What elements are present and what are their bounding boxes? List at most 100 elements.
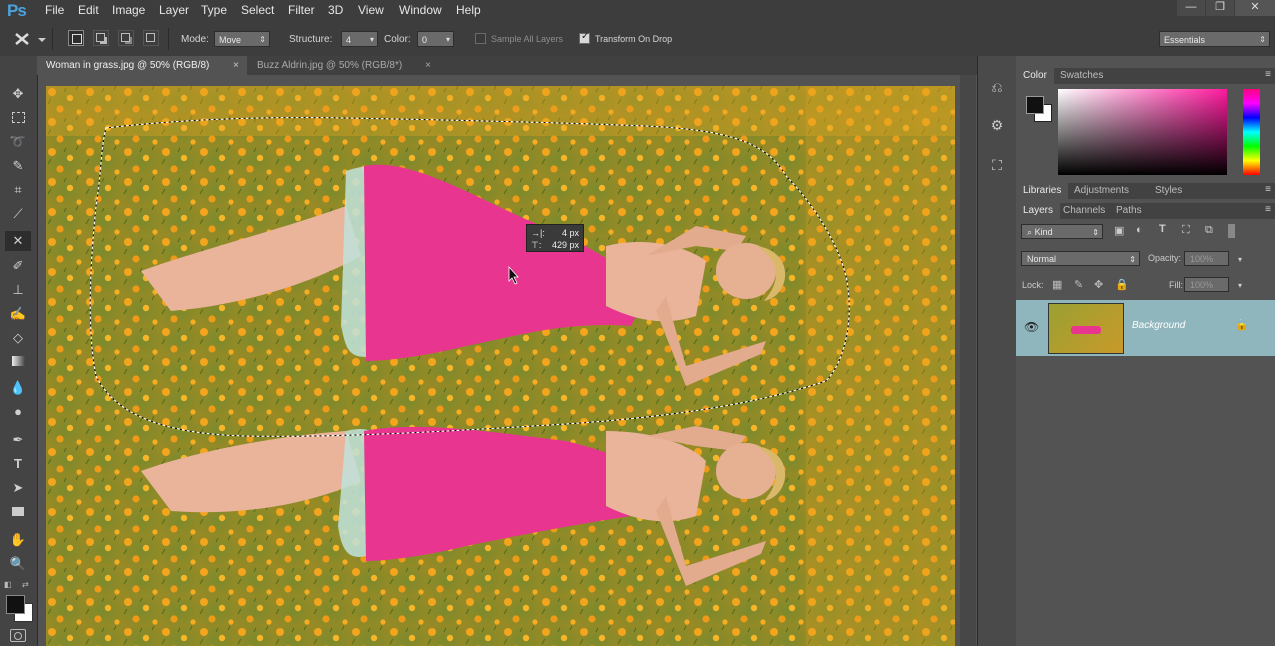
swap-colors-icon[interactable]: ⇄ (22, 580, 29, 589)
close-button[interactable]: ✕ (1235, 0, 1275, 16)
opacity-input[interactable]: 100% ▾ (1184, 251, 1242, 266)
foreground-color-swatch[interactable] (6, 595, 25, 614)
filter-type-icon[interactable]: T (1159, 223, 1166, 235)
eye-visibility-icon[interactable]: 👁 (1024, 320, 1039, 334)
color-spectrum-field[interactable] (1058, 89, 1227, 175)
marquee-tool-icon[interactable] (8, 108, 28, 128)
tab-adjustments[interactable]: Adjustments (1067, 183, 1136, 199)
close-tab-icon[interactable]: × (425, 56, 431, 75)
structure-dropdown[interactable]: 4 ▾ (341, 31, 378, 47)
add-selection-button[interactable] (93, 30, 109, 46)
menu-window[interactable]: Window (399, 3, 442, 17)
mode-dropdown[interactable]: Move ⇕ (214, 31, 270, 47)
document-tab[interactable]: Buzz Aldrin.jpg @ 50% (RGB/8*) × (248, 56, 438, 75)
dodge-tool-icon[interactable]: ● (8, 402, 28, 422)
tab-layers[interactable]: Layers (1016, 203, 1061, 219)
layer-row-background[interactable]: 👁 Background 🔒 (1016, 300, 1275, 356)
subtract-selection-button[interactable] (118, 30, 134, 46)
zoom-tool-icon[interactable]: 🔍 (8, 554, 28, 574)
mode-label: Mode: (181, 34, 209, 45)
menu-help[interactable]: Help (456, 3, 481, 17)
menu-3d[interactable]: 3D (328, 3, 343, 17)
lock-image-icon[interactable]: ✎ (1074, 278, 1083, 291)
updown-arrow-icon: ⇕ (1259, 35, 1266, 44)
menu-file[interactable]: File (45, 3, 64, 17)
menu-select[interactable]: Select (241, 3, 274, 17)
filter-adjustment-icon[interactable]: ◐ (1136, 224, 1143, 236)
path-selection-tool-icon[interactable]: ➤ (8, 478, 28, 498)
tab-color[interactable]: Color (1016, 68, 1054, 84)
menu-type[interactable]: Type (201, 3, 227, 17)
blend-mode-dropdown[interactable]: Normal ⇕ (1021, 251, 1140, 266)
intersect-selection-button[interactable] (143, 30, 159, 46)
pen-tool-icon[interactable]: ✒ (8, 430, 28, 450)
info-panel-icon[interactable]: ⛶ (986, 154, 1008, 176)
tab-libraries[interactable]: Libraries (1016, 183, 1069, 199)
vertical-scrollbar[interactable] (960, 75, 976, 646)
new-selection-button[interactable] (68, 30, 84, 46)
panel-menu-icon[interactable]: ≡ (1265, 204, 1271, 215)
menu-edit[interactable]: Edit (78, 3, 99, 17)
layer-name[interactable]: Background (1132, 320, 1185, 331)
filter-smartobject-icon[interactable]: ⧉ (1205, 224, 1213, 237)
crop-tool-icon[interactable]: ⌗ (8, 180, 28, 200)
history-panel-icon[interactable]: ⎌ (986, 76, 1008, 98)
tab-paths[interactable]: Paths (1109, 203, 1149, 219)
document-canvas[interactable]: →|: 4 px ⊤: 429 px (46, 86, 955, 646)
opacity-label: Opacity: (1148, 253, 1182, 263)
right-panels: Color Swatches ≡ Libraries Adjustments S… (1016, 56, 1275, 646)
blur-tool-icon[interactable]: 💧 (8, 378, 28, 398)
eyedropper-tool-icon[interactable]: ⟋ (8, 204, 28, 224)
lock-all-icon[interactable]: 🔒 (1115, 278, 1129, 291)
restore-button[interactable]: ❐ (1206, 0, 1234, 16)
quick-mask-icon[interactable] (10, 629, 26, 642)
menu-layer[interactable]: Layer (159, 3, 189, 17)
fill-input[interactable]: 100% ▾ (1184, 277, 1242, 292)
panel-menu-icon[interactable]: ≡ (1265, 184, 1271, 195)
lasso-tool-icon[interactable]: ➰ (8, 132, 28, 152)
search-icon: ⌕ (1027, 227, 1033, 237)
layer-filter-dropdown[interactable]: ⌕ Kind ⇕ (1021, 224, 1103, 239)
filter-toggle[interactable] (1228, 224, 1235, 238)
tab-channels[interactable]: Channels (1056, 203, 1112, 219)
fill-label: Fill: (1169, 280, 1183, 290)
rectangle-tool-icon[interactable] (8, 502, 28, 522)
quick-selection-tool-icon[interactable]: ✎ (8, 156, 28, 176)
brush-tool-icon[interactable]: ✐ (8, 256, 28, 276)
hue-slider[interactable] (1243, 89, 1260, 175)
default-colors-icon[interactable]: ◧ (4, 580, 12, 589)
tab-swatches[interactable]: Swatches (1053, 68, 1110, 84)
move-delta-tooltip: →|: 4 px ⊤: 429 px (526, 224, 584, 252)
document-tab-title: Woman in grass.jpg @ 50% (RGB/8) (46, 60, 210, 71)
filter-pixel-icon[interactable]: ▣ (1114, 224, 1124, 237)
type-tool-icon[interactable]: T (8, 454, 28, 474)
clone-stamp-tool-icon[interactable]: ⊥ (8, 280, 28, 300)
tool-preset-picker[interactable] (8, 28, 53, 50)
eraser-tool-icon[interactable]: ◇ (8, 328, 28, 348)
minimize-button[interactable]: — (1177, 0, 1205, 16)
menu-filter[interactable]: Filter (288, 3, 315, 17)
filter-shape-icon[interactable]: ⛶ (1182, 224, 1190, 237)
layers-tabbar: Layers Channels Paths ≡ (1016, 203, 1275, 219)
transform-on-drop-checkbox[interactable]: ✓ (579, 31, 590, 44)
color-dropdown[interactable]: 0 ▾ (417, 31, 454, 47)
menu-view[interactable]: View (358, 3, 384, 17)
hand-tool-icon[interactable]: ✋ (8, 530, 28, 550)
structure-value: 4 (346, 35, 352, 45)
close-tab-icon[interactable]: × (233, 56, 239, 75)
delta-x-value: 4 px (561, 228, 579, 238)
history-brush-tool-icon[interactable]: ✍ (8, 304, 28, 324)
tab-styles[interactable]: Styles (1148, 183, 1189, 199)
properties-panel-icon[interactable]: ⚙ (986, 114, 1008, 136)
workspace-dropdown[interactable]: Essentials ⇕ (1159, 31, 1270, 47)
sample-all-layers-checkbox[interactable] (475, 33, 486, 44)
panel-menu-icon[interactable]: ≡ (1265, 69, 1271, 80)
gradient-tool-icon[interactable] (8, 352, 28, 372)
document-tab-active[interactable]: Woman in grass.jpg @ 50% (RGB/8) × (37, 56, 247, 75)
lock-position-icon[interactable]: ✥ (1094, 278, 1103, 291)
content-aware-move-tool-icon[interactable]: ✕ (5, 231, 31, 251)
color-fg-swatch[interactable] (1026, 96, 1044, 114)
lock-transparent-icon[interactable]: ▦ (1052, 278, 1062, 291)
move-tool-icon[interactable]: ✥ (8, 84, 28, 104)
menu-image[interactable]: Image (112, 3, 145, 17)
